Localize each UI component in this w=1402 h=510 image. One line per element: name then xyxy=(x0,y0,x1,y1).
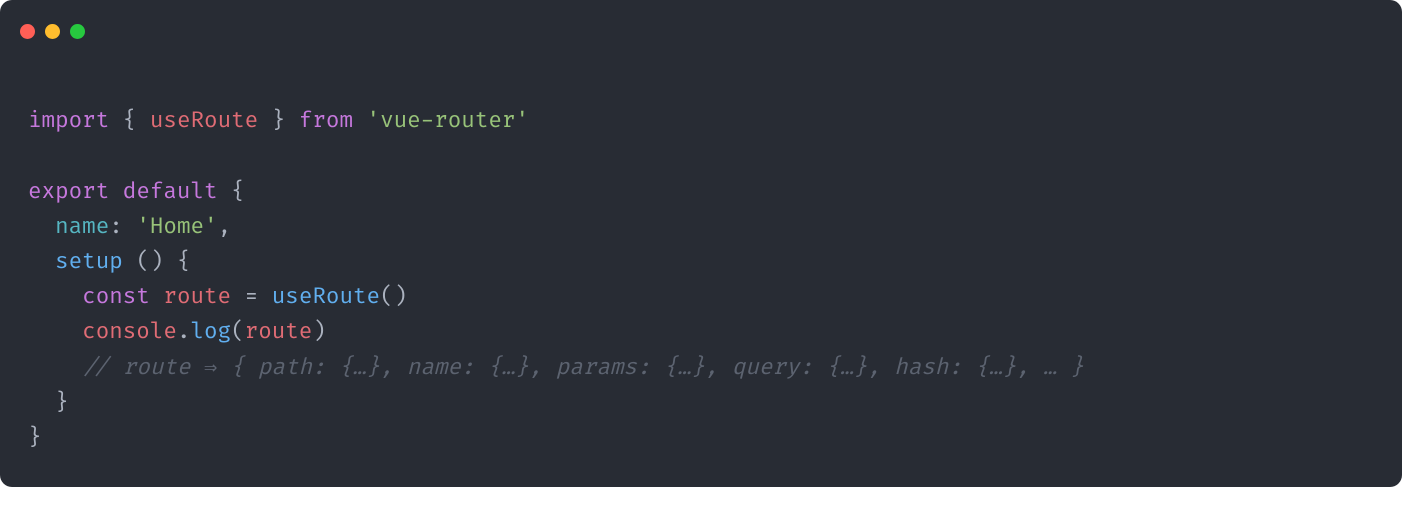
dot: . xyxy=(177,318,191,345)
minimize-icon[interactable] xyxy=(45,24,60,39)
brace-close: } xyxy=(272,107,286,134)
brace-open: { xyxy=(123,107,137,134)
colon: : xyxy=(109,213,123,240)
code-line: import { useRoute } from 'vue-router' xyxy=(28,107,529,134)
code-line: } xyxy=(28,389,69,416)
object-console: console xyxy=(82,318,177,345)
comma: , xyxy=(218,213,232,240)
keyword-const: const xyxy=(82,283,150,310)
maximize-icon[interactable] xyxy=(70,24,85,39)
keyword-export: export xyxy=(28,178,109,205)
string-module: 'vue-router' xyxy=(367,107,529,134)
brace-close: } xyxy=(28,424,42,451)
parens: () xyxy=(136,248,163,275)
method-setup: setup xyxy=(55,248,123,275)
identifier-route: route xyxy=(163,283,231,310)
code-block: import { useRoute } from 'vue-router' ex… xyxy=(0,44,1402,487)
code-line: console.log(route) xyxy=(28,318,326,345)
brace-open: { xyxy=(177,248,191,275)
code-line: setup () { xyxy=(28,248,191,275)
paren-open: ( xyxy=(231,318,245,345)
method-log: log xyxy=(190,318,231,345)
brace-close: } xyxy=(55,389,69,416)
code-line: name: 'Home', xyxy=(28,213,231,240)
code-window: import { useRoute } from 'vue-router' ex… xyxy=(0,0,1402,487)
keyword-import: import xyxy=(28,107,109,134)
identifier-useRoute: useRoute xyxy=(150,107,258,134)
code-line: // route ⇒ { path: {…}, name: {…}, param… xyxy=(28,354,1084,381)
string-home: 'Home' xyxy=(136,213,217,240)
keyword-from: from xyxy=(299,107,353,134)
code-line: } xyxy=(28,424,42,451)
property-name: name xyxy=(55,213,109,240)
close-icon[interactable] xyxy=(20,24,35,39)
arg-route: route xyxy=(245,318,313,345)
code-line: export default { xyxy=(28,178,245,205)
brace-open: { xyxy=(231,178,245,205)
call-useRoute: useRoute xyxy=(272,283,380,310)
window-titlebar xyxy=(0,0,1402,44)
keyword-default: default xyxy=(123,178,218,205)
paren-close: ) xyxy=(312,318,326,345)
parens: () xyxy=(380,283,407,310)
code-line: const route = useRoute() xyxy=(28,283,407,310)
comment-route-shape: // route ⇒ { path: {…}, name: {…}, param… xyxy=(82,354,1084,381)
equals: = xyxy=(245,283,259,310)
